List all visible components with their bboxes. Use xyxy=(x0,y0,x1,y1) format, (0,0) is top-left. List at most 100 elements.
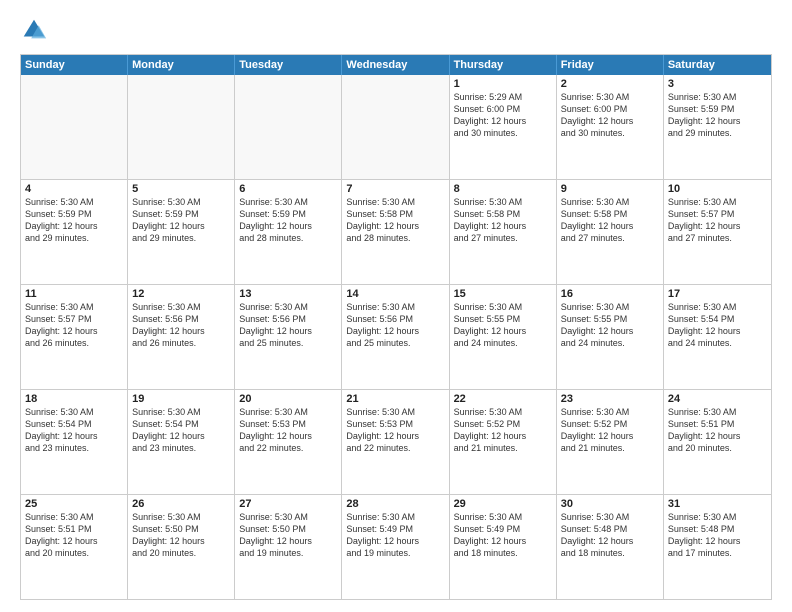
day-number: 16 xyxy=(561,288,659,300)
calendar-row-1: 4 Sunrise: 5:30 AM Sunset: 5:59 PM Daylig… xyxy=(21,179,771,284)
day-cell-26: 26Sunrise: 5:30 AM Sunset: 5:50 PM Dayli… xyxy=(128,495,235,599)
day-number: 10 xyxy=(668,183,767,195)
day-info: Sunrise: 5:30 AM Sunset: 5:54 PM Dayligh… xyxy=(132,406,230,455)
day-number: 30 xyxy=(561,498,659,510)
day-info: Sunrise: 5:30 AM Sunset: 5:50 PM Dayligh… xyxy=(239,511,337,560)
day-number: 5 xyxy=(132,183,230,195)
day-cell-20: 20Sunrise: 5:30 AM Sunset: 5:53 PM Dayli… xyxy=(235,390,342,494)
logo xyxy=(20,16,52,44)
day-cell-28: 28Sunrise: 5:30 AM Sunset: 5:49 PM Dayli… xyxy=(342,495,449,599)
empty-cell xyxy=(342,75,449,179)
day-cell-24: 24Sunrise: 5:30 AM Sunset: 5:51 PM Dayli… xyxy=(664,390,771,494)
page: SundayMondayTuesdayWednesdayThursdayFrid… xyxy=(0,0,792,612)
day-number: 9 xyxy=(561,183,659,195)
day-number: 26 xyxy=(132,498,230,510)
day-number: 20 xyxy=(239,393,337,405)
day-info: Sunrise: 5:30 AM Sunset: 5:49 PM Dayligh… xyxy=(454,511,552,560)
day-cell-30: 30Sunrise: 5:30 AM Sunset: 5:48 PM Dayli… xyxy=(557,495,664,599)
calendar-row-3: 18Sunrise: 5:30 AM Sunset: 5:54 PM Dayli… xyxy=(21,389,771,494)
day-info: Sunrise: 5:30 AM Sunset: 5:52 PM Dayligh… xyxy=(454,406,552,455)
day-number: 3 xyxy=(668,78,767,90)
day-number: 11 xyxy=(25,288,123,300)
day-info: Sunrise: 5:30 AM Sunset: 5:59 PM Dayligh… xyxy=(239,196,337,245)
day-info: Sunrise: 5:30 AM Sunset: 5:54 PM Dayligh… xyxy=(25,406,123,455)
day-info: Sunrise: 5:30 AM Sunset: 5:51 PM Dayligh… xyxy=(25,511,123,560)
day-number: 17 xyxy=(668,288,767,300)
day-info: Sunrise: 5:30 AM Sunset: 5:54 PM Dayligh… xyxy=(668,301,767,350)
day-number: 12 xyxy=(132,288,230,300)
calendar: SundayMondayTuesdayWednesdayThursdayFrid… xyxy=(20,54,772,600)
day-info: Sunrise: 5:30 AM Sunset: 5:58 PM Dayligh… xyxy=(561,196,659,245)
day-number: 22 xyxy=(454,393,552,405)
day-info: Sunrise: 5:29 AM Sunset: 6:00 PM Dayligh… xyxy=(454,91,552,140)
day-info: Sunrise: 5:30 AM Sunset: 5:51 PM Dayligh… xyxy=(668,406,767,455)
day-number: 18 xyxy=(25,393,123,405)
day-info: Sunrise: 5:30 AM Sunset: 5:56 PM Dayligh… xyxy=(239,301,337,350)
day-number: 4 xyxy=(25,183,123,195)
day-number: 15 xyxy=(454,288,552,300)
day-number: 6 xyxy=(239,183,337,195)
day-number: 8 xyxy=(454,183,552,195)
header-cell-friday: Friday xyxy=(557,55,664,75)
empty-cell xyxy=(21,75,128,179)
day-cell-22: 22Sunrise: 5:30 AM Sunset: 5:52 PM Dayli… xyxy=(450,390,557,494)
day-number: 14 xyxy=(346,288,444,300)
day-cell-21: 21Sunrise: 5:30 AM Sunset: 5:53 PM Dayli… xyxy=(342,390,449,494)
day-cell-31: 31Sunrise: 5:30 AM Sunset: 5:48 PM Dayli… xyxy=(664,495,771,599)
day-number: 1 xyxy=(454,78,552,90)
day-number: 19 xyxy=(132,393,230,405)
day-cell-1: 1Sunrise: 5:29 AM Sunset: 6:00 PM Daylig… xyxy=(450,75,557,179)
day-number: 7 xyxy=(346,183,444,195)
day-cell-5: 5Sunrise: 5:30 AM Sunset: 5:59 PM Daylig… xyxy=(128,180,235,284)
day-cell-7: 7Sunrise: 5:30 AM Sunset: 5:58 PM Daylig… xyxy=(342,180,449,284)
day-cell-16: 16Sunrise: 5:30 AM Sunset: 5:55 PM Dayli… xyxy=(557,285,664,389)
day-cell-25: 25Sunrise: 5:30 AM Sunset: 5:51 PM Dayli… xyxy=(21,495,128,599)
day-number: 25 xyxy=(25,498,123,510)
day-number: 28 xyxy=(346,498,444,510)
day-cell-29: 29Sunrise: 5:30 AM Sunset: 5:49 PM Dayli… xyxy=(450,495,557,599)
header-cell-saturday: Saturday xyxy=(664,55,771,75)
day-info: Sunrise: 5:30 AM Sunset: 5:59 PM Dayligh… xyxy=(132,196,230,245)
day-cell-27: 27Sunrise: 5:30 AM Sunset: 5:50 PM Dayli… xyxy=(235,495,342,599)
calendar-row-4: 25Sunrise: 5:30 AM Sunset: 5:51 PM Dayli… xyxy=(21,494,771,599)
header-cell-wednesday: Wednesday xyxy=(342,55,449,75)
day-cell-23: 23Sunrise: 5:30 AM Sunset: 5:52 PM Dayli… xyxy=(557,390,664,494)
calendar-row-0: 1Sunrise: 5:29 AM Sunset: 6:00 PM Daylig… xyxy=(21,75,771,179)
day-cell-12: 12Sunrise: 5:30 AM Sunset: 5:56 PM Dayli… xyxy=(128,285,235,389)
day-info: Sunrise: 5:30 AM Sunset: 5:58 PM Dayligh… xyxy=(346,196,444,245)
day-cell-10: 10Sunrise: 5:30 AM Sunset: 5:57 PM Dayli… xyxy=(664,180,771,284)
day-info: Sunrise: 5:30 AM Sunset: 5:55 PM Dayligh… xyxy=(561,301,659,350)
day-info: Sunrise: 5:30 AM Sunset: 5:53 PM Dayligh… xyxy=(346,406,444,455)
day-info: Sunrise: 5:30 AM Sunset: 5:48 PM Dayligh… xyxy=(561,511,659,560)
header xyxy=(20,16,772,44)
calendar-row-2: 11Sunrise: 5:30 AM Sunset: 5:57 PM Dayli… xyxy=(21,284,771,389)
day-number: 29 xyxy=(454,498,552,510)
calendar-body: 1Sunrise: 5:29 AM Sunset: 6:00 PM Daylig… xyxy=(21,75,771,599)
day-info: Sunrise: 5:30 AM Sunset: 5:57 PM Dayligh… xyxy=(668,196,767,245)
day-cell-13: 13Sunrise: 5:30 AM Sunset: 5:56 PM Dayli… xyxy=(235,285,342,389)
day-cell-11: 11Sunrise: 5:30 AM Sunset: 5:57 PM Dayli… xyxy=(21,285,128,389)
day-cell-8: 8Sunrise: 5:30 AM Sunset: 5:58 PM Daylig… xyxy=(450,180,557,284)
empty-cell xyxy=(235,75,342,179)
day-info: Sunrise: 5:30 AM Sunset: 5:48 PM Dayligh… xyxy=(668,511,767,560)
day-info: Sunrise: 5:30 AM Sunset: 5:55 PM Dayligh… xyxy=(454,301,552,350)
header-cell-sunday: Sunday xyxy=(21,55,128,75)
header-cell-thursday: Thursday xyxy=(450,55,557,75)
day-info: Sunrise: 5:30 AM Sunset: 5:49 PM Dayligh… xyxy=(346,511,444,560)
day-info: Sunrise: 5:30 AM Sunset: 5:52 PM Dayligh… xyxy=(561,406,659,455)
logo-icon xyxy=(20,16,48,44)
calendar-header: SundayMondayTuesdayWednesdayThursdayFrid… xyxy=(21,55,771,75)
header-cell-monday: Monday xyxy=(128,55,235,75)
day-cell-18: 18Sunrise: 5:30 AM Sunset: 5:54 PM Dayli… xyxy=(21,390,128,494)
day-info: Sunrise: 5:30 AM Sunset: 5:56 PM Dayligh… xyxy=(132,301,230,350)
day-info: Sunrise: 5:30 AM Sunset: 5:50 PM Dayligh… xyxy=(132,511,230,560)
day-cell-6: 6Sunrise: 5:30 AM Sunset: 5:59 PM Daylig… xyxy=(235,180,342,284)
day-info: Sunrise: 5:30 AM Sunset: 5:59 PM Dayligh… xyxy=(668,91,767,140)
day-cell-9: 9Sunrise: 5:30 AM Sunset: 5:58 PM Daylig… xyxy=(557,180,664,284)
day-number: 27 xyxy=(239,498,337,510)
day-info: Sunrise: 5:30 AM Sunset: 5:57 PM Dayligh… xyxy=(25,301,123,350)
day-cell-4: 4Sunrise: 5:30 AM Sunset: 5:59 PM Daylig… xyxy=(21,180,128,284)
day-number: 21 xyxy=(346,393,444,405)
day-number: 24 xyxy=(668,393,767,405)
day-info: Sunrise: 5:30 AM Sunset: 5:56 PM Dayligh… xyxy=(346,301,444,350)
